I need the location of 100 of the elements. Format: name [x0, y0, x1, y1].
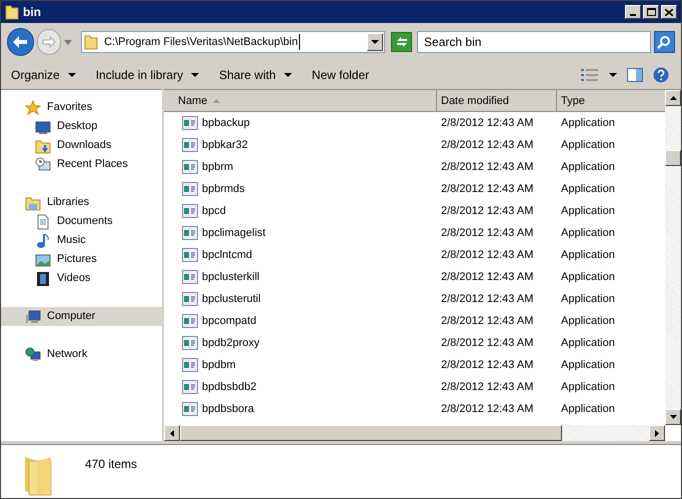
file-name[interactable]: bpcompatd [202, 312, 256, 330]
navigation-item[interactable]: Documents [1, 212, 162, 231]
table-cell-text: 2/8/2012 12:43 AM [441, 226, 534, 241]
column-header[interactable]: Name [164, 90, 437, 112]
table-cell-text: Application [561, 182, 615, 197]
table-cell-text: 2/8/2012 12:43 AM [441, 380, 534, 395]
table-cell-text: Application [561, 336, 615, 351]
navigation-item[interactable]: Pictures [1, 250, 162, 269]
scroll-thumb[interactable] [665, 150, 681, 166]
table-cell-text: 2/8/2012 12:43 AM [441, 270, 534, 285]
toolbar-button[interactable]: Organize [9, 64, 78, 86]
library-folder-icon [25, 194, 41, 210]
table-cell-text: Application [561, 314, 615, 329]
view-list-icon[interactable] [581, 69, 599, 81]
navigation-item[interactable]: Music [1, 231, 162, 250]
file-name[interactable]: bpcd [202, 202, 226, 220]
table-cell-text: 2/8/2012 12:43 AM [441, 336, 534, 351]
navigation-item[interactable]: Desktop [1, 117, 162, 136]
search-button[interactable] [654, 31, 675, 53]
table-cell-text: Application [561, 116, 615, 131]
table-cell-text: 2/8/2012 12:43 AM [441, 358, 534, 373]
file-name[interactable]: bpdbsbora [202, 400, 254, 418]
scroll-thumb[interactable] [180, 425, 562, 441]
column-header[interactable]: Date modified [437, 90, 557, 112]
minimize-button[interactable] [625, 5, 641, 19]
search-field[interactable]: Search bin [417, 31, 651, 53]
navigation-item[interactable]: Libraries [1, 193, 162, 212]
file-name[interactable]: bpbrmds [202, 180, 245, 198]
refresh-arrows-icon [394, 36, 409, 48]
toolbar-button[interactable]: Include in library [94, 64, 202, 86]
file-name[interactable]: bpclimagelist [202, 224, 266, 242]
application-window-icon [182, 314, 198, 328]
table-cell-text: 2/8/2012 12:43 AM [441, 160, 534, 175]
dropdown-button[interactable] [367, 33, 384, 51]
scroll-right-arrow-icon [655, 430, 659, 436]
application-window-icon [182, 116, 198, 130]
navigation-item[interactable]: Downloads [1, 136, 162, 155]
caret-icon [371, 40, 380, 44]
close-icon [665, 8, 673, 16]
application-window-icon [182, 182, 198, 196]
application-window-icon [182, 138, 198, 152]
item-count-text: 470 items [85, 456, 138, 473]
toolbar-button[interactable]: New folder [310, 64, 372, 86]
scroll-up-arrow-icon [670, 96, 676, 100]
file-name[interactable]: bpclusterutil [202, 290, 261, 308]
back-arrow-icon [12, 35, 28, 49]
address-field[interactable]: C:\Program Files\Veritas\NetBackup\bin [81, 31, 386, 53]
star-icon [25, 100, 41, 116]
navigation-item[interactable]: Computer [1, 307, 162, 326]
application-window-icon [182, 160, 198, 174]
table-cell-text: 2/8/2012 12:43 AM [441, 182, 534, 197]
address-text: C:\Program Files\Veritas\NetBackup\bin [104, 34, 300, 50]
table-cell-text: 2/8/2012 12:43 AM [441, 116, 534, 131]
table-cell-text: 2/8/2012 12:43 AM [441, 314, 534, 329]
file-name[interactable]: bpdb2proxy [202, 334, 260, 352]
navigation-item[interactable]: Recent Places [1, 155, 162, 174]
back-button[interactable] [7, 28, 34, 56]
folder-icon [5, 4, 19, 20]
navigation-item[interactable]: Videos [1, 269, 162, 288]
table-cell-text: 2/8/2012 12:43 AM [441, 204, 534, 219]
application-window-icon [182, 248, 198, 262]
application-window-icon [182, 270, 198, 284]
application-window-icon [182, 402, 198, 416]
table-cell-text: Application [561, 226, 615, 241]
application-window-icon [182, 292, 198, 306]
search-icon [657, 35, 672, 49]
maximize-button[interactable] [643, 5, 659, 19]
monitor-icon [35, 118, 51, 134]
application-window-icon [182, 226, 198, 240]
help-icon[interactable] [653, 67, 669, 83]
table-cell-text: Application [561, 204, 615, 219]
table-cell-text: 2/8/2012 12:43 AM [441, 138, 534, 153]
file-name[interactable]: bpclusterkill [202, 268, 260, 286]
file-name[interactable]: bpbackup [202, 114, 250, 132]
table-cell-text: Application [561, 402, 615, 417]
file-name[interactable]: bpbkar32 [202, 136, 248, 154]
landscape-picture-icon [35, 252, 51, 268]
table-cell-text: 2/8/2012 12:43 AM [441, 292, 534, 307]
file-name[interactable]: bpbrm [202, 158, 234, 176]
vertical-scrollbar[interactable] [665, 90, 681, 425]
music-note-icon [35, 232, 51, 248]
horizontal-scrollbar[interactable] [164, 425, 665, 441]
caret-icon[interactable] [609, 73, 617, 77]
table-cell-text: Application [561, 138, 615, 153]
toolbar-button[interactable]: Share with [217, 64, 294, 86]
table-cell-text: 2/8/2012 12:43 AM [441, 402, 534, 417]
table-cell-text: Application [561, 248, 615, 263]
document-icon [35, 214, 51, 230]
file-name[interactable]: bpclntcmd [202, 246, 252, 264]
close-button[interactable] [661, 5, 677, 19]
refresh-button[interactable] [391, 32, 412, 52]
preview-pane-icon[interactable] [627, 68, 643, 82]
navigation-item[interactable]: Favorites [1, 98, 162, 117]
forward-arrow-icon [42, 36, 56, 48]
navigation-item[interactable]: Network [1, 345, 162, 364]
folder-arrow-icon [35, 138, 51, 154]
file-name[interactable]: bpdbm [202, 356, 236, 374]
scroll-down-arrow-icon [670, 415, 676, 419]
table-cell-text: Application [561, 380, 615, 395]
file-name[interactable]: bpdbsbdb2 [202, 378, 256, 396]
